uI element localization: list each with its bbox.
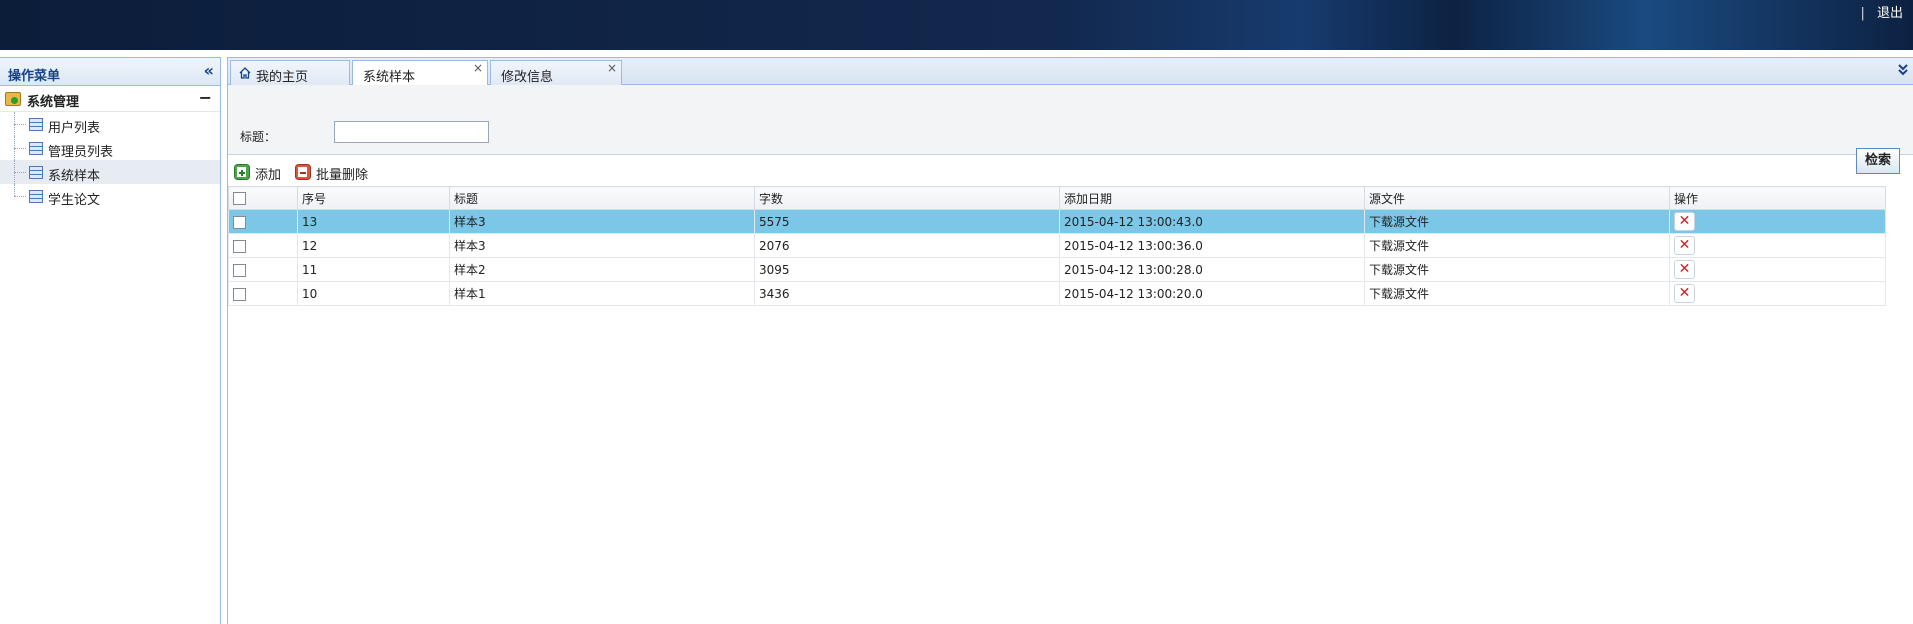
add-label: 添加 <box>255 168 282 183</box>
sidebar-item-label: 系统样本 <box>48 169 101 184</box>
tab-label: 系统样本 <box>363 70 416 85</box>
download-source-link[interactable]: 下载源文件 <box>1364 233 1670 258</box>
search-panel: 标题： 检索 <box>228 85 1913 174</box>
table-row[interactable]: 11 样本2 3095 2015-04-12 13:00:28.0 下载源文件 … <box>228 257 1886 282</box>
left-menu-panel: 操作菜单 « 系统管理 − 用户列表 管理员列表 系统样本 学生论文 <box>0 57 221 624</box>
row-checkbox[interactable] <box>233 239 246 253</box>
delete-icon <box>295 164 311 180</box>
cell-words: 3095 <box>754 257 1060 282</box>
cell-title: 样本2 <box>449 257 755 282</box>
sidebar-item-student-papers[interactable]: 学生论文 <box>0 184 220 208</box>
table-row[interactable]: 13 样本3 5575 2015-04-12 13:00:43.0 下载源文件 … <box>228 209 1886 234</box>
row-checkbox[interactable] <box>233 287 246 301</box>
column-header[interactable]: 操作 <box>1669 186 1886 210</box>
cell-date: 2015-04-12 13:00:20.0 <box>1059 281 1365 306</box>
row-checkbox[interactable] <box>233 263 246 277</box>
sidebar-item-label: 学生论文 <box>48 193 101 208</box>
grid-toolbar: 添加 批量删除 <box>228 157 1913 185</box>
cell-title: 样本1 <box>449 281 755 306</box>
select-all-checkbox[interactable] <box>233 192 246 205</box>
folder-icon <box>5 92 21 106</box>
top-header: | 退出 <box>0 0 1913 50</box>
delete-row-icon[interactable]: ✕ <box>1674 284 1695 303</box>
batch-delete-button[interactable]: 批量删除 <box>295 163 380 183</box>
menu-panel-title-bar: 操作菜单 « <box>0 58 220 86</box>
logout-link[interactable]: 退出 <box>1877 6 1903 21</box>
tab-edit-info[interactable]: 修改信息 × <box>490 60 622 85</box>
tab-home[interactable]: 我的主页 <box>230 60 350 85</box>
tab-bar: 我的主页 系统样本 × 修改信息 × <box>228 58 1913 86</box>
cell-title: 样本3 <box>449 209 755 234</box>
table-icon <box>29 118 43 131</box>
cell-words: 5575 <box>754 209 1060 234</box>
table-icon <box>29 142 43 155</box>
menu-panel-title: 操作菜单 <box>8 69 61 84</box>
table-row[interactable]: 10 样本1 3436 2015-04-12 13:00:20.0 下载源文件 … <box>228 281 1886 306</box>
column-header[interactable]: 添加日期 <box>1059 186 1365 210</box>
title-search-input[interactable] <box>334 121 489 143</box>
sidebar-item-label: 管理员列表 <box>48 145 114 160</box>
title-field-label: 标题： <box>240 130 277 144</box>
column-header[interactable]: 字数 <box>754 186 1060 210</box>
column-header[interactable]: 序号 <box>297 186 450 210</box>
sidebar-item-user-list[interactable]: 用户列表 <box>0 112 220 136</box>
cell-date: 2015-04-12 13:00:28.0 <box>1059 257 1365 282</box>
download-source-link[interactable]: 下载源文件 <box>1364 281 1670 306</box>
cell-id: 13 <box>297 209 450 234</box>
table-icon <box>29 190 43 203</box>
download-source-link[interactable]: 下载源文件 <box>1364 209 1670 234</box>
batch-delete-label: 批量删除 <box>316 168 369 183</box>
add-button[interactable]: 添加 <box>234 163 289 183</box>
tab-system-samples[interactable]: 系统样本 × <box>352 60 488 86</box>
sidebar-item-system-samples[interactable]: 系统样本 <box>0 160 220 184</box>
download-source-link[interactable]: 下载源文件 <box>1364 257 1670 282</box>
table-icon <box>29 166 43 179</box>
cell-words: 2076 <box>754 233 1060 258</box>
tab-label: 修改信息 <box>501 70 554 85</box>
cell-words: 3436 <box>754 281 1060 306</box>
main-panel: 我的主页 系统样本 × 修改信息 × 标题： 检索 添加 批量删除 序号 标题 … <box>227 57 1913 624</box>
close-icon[interactable]: × <box>607 61 617 75</box>
add-icon <box>234 164 250 180</box>
cell-date: 2015-04-12 13:00:43.0 <box>1059 209 1365 234</box>
cell-title: 样本3 <box>449 233 755 258</box>
row-checkbox[interactable] <box>233 215 246 229</box>
select-all-cell[interactable] <box>228 186 298 210</box>
cell-id: 12 <box>297 233 450 258</box>
tab-label: 我的主页 <box>256 70 309 85</box>
collapse-left-icon[interactable]: « <box>204 61 214 80</box>
samples-table: 序号 标题 字数 添加日期 源文件 操作 13 样本3 5575 2015-04… <box>228 186 1886 306</box>
sidebar-item-admin-list[interactable]: 管理员列表 <box>0 136 220 160</box>
tree-node-label: 系统管理 <box>27 95 80 110</box>
cell-date: 2015-04-12 13:00:36.0 <box>1059 233 1365 258</box>
collapse-node-icon[interactable]: − <box>199 88 212 107</box>
delete-row-icon[interactable]: ✕ <box>1674 212 1695 231</box>
table-header-row: 序号 标题 字数 添加日期 源文件 操作 <box>228 186 1886 210</box>
column-header[interactable]: 标题 <box>449 186 755 210</box>
table-row[interactable]: 12 样本3 2076 2015-04-12 13:00:36.0 下载源文件 … <box>228 233 1886 258</box>
separator: | <box>1860 6 1865 21</box>
logout-area: | 退出 <box>1860 2 1903 21</box>
home-icon <box>239 67 251 79</box>
close-icon[interactable]: × <box>473 61 483 75</box>
tree-node-system-management[interactable]: 系统管理 − <box>0 86 220 112</box>
chevron-double-down-icon[interactable] <box>1897 63 1909 77</box>
sidebar-item-label: 用户列表 <box>48 121 101 136</box>
cell-id: 10 <box>297 281 450 306</box>
cell-id: 11 <box>297 257 450 282</box>
delete-row-icon[interactable]: ✕ <box>1674 260 1695 279</box>
column-header[interactable]: 源文件 <box>1364 186 1670 210</box>
delete-row-icon[interactable]: ✕ <box>1674 236 1695 255</box>
